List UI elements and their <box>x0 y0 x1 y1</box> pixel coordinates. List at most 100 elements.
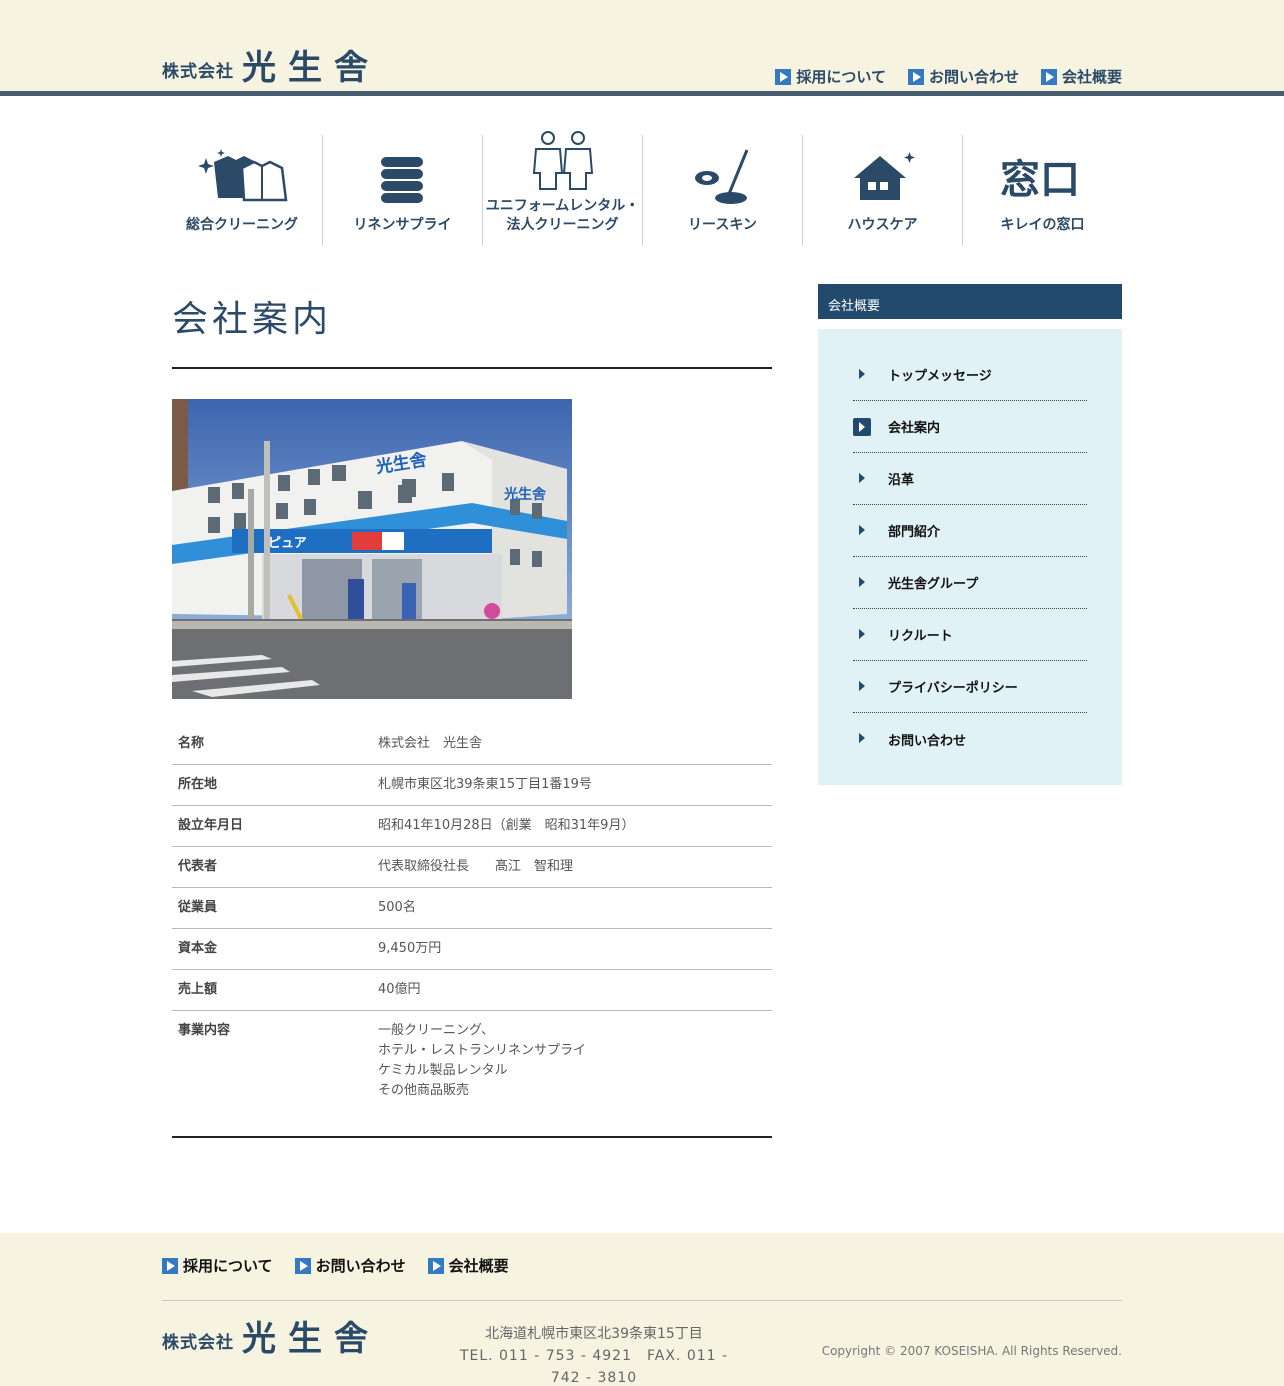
gnav-leaseskin[interactable]: リースキン <box>642 135 802 245</box>
table-row-label: 事業内容 <box>178 1023 231 1038</box>
arrow-icon <box>853 625 873 645</box>
gnav-label: リネンサプライ <box>353 217 452 233</box>
global-nav: 総合クリーニング リネンサプライ ユニフォームレンタル・ 法人クリーニング リー… <box>162 131 1122 245</box>
uniform-icon <box>513 129 613 191</box>
gnav-label: 総合クリーニング <box>186 217 298 233</box>
page-title: 会社案内 <box>172 299 333 340</box>
svg-text:窓口: 窓口 <box>1000 157 1080 203</box>
arrow-icon <box>853 365 873 385</box>
window-kanji-icon: 窓口 <box>993 146 1093 210</box>
site-header: 株式会社 光生舎 採用について お問い合わせ 会社概要 <box>0 0 1284 96</box>
arrow-icon <box>294 1257 311 1274</box>
table-row: 代表者 代表取締役社長 髙江 智和理 <box>172 847 772 888</box>
table-row-label: 名称 <box>178 736 205 751</box>
logo-small-text: 株式会社 <box>162 1333 234 1353</box>
footer-logo[interactable]: 株式会社 光生舎 <box>162 1321 380 1357</box>
side-nav-label: 会社案内 <box>888 421 941 436</box>
gnav-window[interactable]: 窓口 キレイの窓口 <box>962 135 1122 245</box>
copyright-text: Copyright © 2007 KOSEISHA. All Rights Re… <box>821 1344 1122 1358</box>
footer-link-recruit[interactable]: 採用について <box>162 1255 273 1276</box>
title-divider <box>172 367 772 369</box>
table-row: 事業内容 一般クリーニング、 ホテル・レストランリネンサプライ ケミカル製品レンタ… <box>172 1011 772 1112</box>
table-row-value: 40億円 <box>378 982 421 997</box>
footer-link-company[interactable]: 会社概要 <box>427 1255 509 1276</box>
gnav-uniform[interactable]: ユニフォームレンタル・ 法人クリーニング <box>482 131 642 245</box>
arrow-icon <box>853 573 873 593</box>
table-row-label: 設立年月日 <box>178 818 244 833</box>
footer-divider <box>162 1300 1122 1301</box>
site-footer: 採用について お問い合わせ 会社概要 株式会社 光生舎 北海道札幌市東区北39条… <box>0 1233 1284 1386</box>
gnav-linen[interactable]: リネンサプライ <box>322 135 482 245</box>
gnav-label: リースキン <box>688 217 757 233</box>
clothes-icon <box>192 146 292 210</box>
gnav-housecare[interactable]: ハウスケア <box>802 135 962 245</box>
table-row-value: 昭和41年10月28日（創業 昭和31年9月） <box>378 818 635 833</box>
footer-link-contact[interactable]: お問い合わせ <box>294 1255 406 1276</box>
company-info-table: 名称 株式会社 光生舎所在地 札幌市東区北39条東15丁目1番19号設立年月日 昭和4… <box>172 724 772 1111</box>
header-links: 採用について お問い合わせ 会社概要 <box>775 66 1122 87</box>
arrow-icon <box>853 677 873 697</box>
address-text: 北海道札幌市東区北39条東15丁目 <box>485 1326 703 1342</box>
side-nav-item[interactable]: 部門紹介 <box>853 505 1087 557</box>
header-link-recruit[interactable]: 採用について <box>775 66 886 87</box>
table-row-label: 従業員 <box>178 900 218 915</box>
table-row-label: 資本金 <box>178 941 218 956</box>
side-nav-label: リクルート <box>888 629 953 644</box>
table-bottom-divider <box>172 1136 772 1138</box>
side-nav-label: トップメッセージ <box>888 369 992 384</box>
company-logo[interactable]: 株式会社 光生舎 <box>162 50 380 86</box>
phone-fax-text: TEL. 011 - 753 - 4921 FAX. 011 - 742 - 3… <box>459 1348 729 1386</box>
side-nav-heading: 会社概要 <box>818 284 1122 319</box>
side-nav-label: 部門紹介 <box>888 525 941 540</box>
photo-sign-store: ピュア <box>268 536 307 551</box>
header-link-company[interactable]: 会社概要 <box>1040 66 1122 87</box>
gnav-label: キレイの窓口 <box>1000 217 1085 233</box>
gnav-label: ユニフォームレンタル・ 法人クリーニング <box>485 198 640 233</box>
footer-address: 北海道札幌市東区北39条東15丁目 TEL. 011 - 753 - 4921 … <box>444 1323 744 1386</box>
arrow-icon <box>427 1257 444 1274</box>
table-row-label: 売上額 <box>178 982 218 997</box>
table-row: 資本金 9,450万円 <box>172 929 772 970</box>
logo-main-text: 光生舎 <box>242 1319 380 1359</box>
side-nav-item[interactable]: 会社案内 <box>853 401 1087 453</box>
table-row: 所在地 札幌市東区北39条東15丁目1番19号 <box>172 765 772 806</box>
arrow-icon <box>853 521 873 541</box>
side-nav-item[interactable]: トップメッセージ <box>853 349 1087 401</box>
table-row: 従業員 500名 <box>172 888 772 929</box>
side-nav-label: プライバシーポリシー <box>888 681 1018 696</box>
table-row-value: 代表取締役社長 髙江 智和理 <box>378 859 574 874</box>
side-nav-item[interactable]: 沿革 <box>853 453 1087 505</box>
arrow-icon <box>775 68 792 85</box>
table-row-label: 代表者 <box>178 859 218 874</box>
gnav-label: ハウスケア <box>847 217 918 233</box>
active-arrow-icon <box>853 417 871 436</box>
table-row-value: 一般クリーニング、 ホテル・レストランリネンサプライ ケミカル製品レンタル その… <box>378 1023 587 1098</box>
table-row-value: 9,450万円 <box>378 941 442 956</box>
mop-icon <box>673 146 773 210</box>
side-nav-item[interactable]: お問い合わせ <box>853 713 1087 765</box>
arrow-icon <box>853 729 873 749</box>
table-row: 設立年月日 昭和41年10月28日（創業 昭和31年9月） <box>172 806 772 847</box>
arrow-icon <box>853 469 873 489</box>
side-nav: トップメッセージ 会社案内沿革部門紹介光生舎グループ リクルートプライバシーポリシー… <box>818 329 1122 785</box>
arrow-icon <box>162 1257 178 1274</box>
table-row-label: 所在地 <box>178 777 218 792</box>
company-building-photo: 光生舎 光生舎 ピュア <box>172 399 572 699</box>
table-row-value: 株式会社 光生舎 <box>378 736 483 751</box>
side-nav-item[interactable]: 光生舎グループ <box>853 557 1087 609</box>
side-nav-item[interactable]: プライバシーポリシー <box>853 661 1087 713</box>
linen-stack-icon <box>353 146 453 210</box>
side-nav-label: お問い合わせ <box>888 733 967 749</box>
house-icon <box>833 146 933 210</box>
photo-sign-side: 光生舎 <box>503 486 547 503</box>
header-link-contact[interactable]: お問い合わせ <box>907 66 1019 87</box>
table-row-value: 500名 <box>378 900 416 915</box>
logo-small-text: 株式会社 <box>162 62 234 82</box>
arrow-icon <box>1040 68 1057 85</box>
footer-links: 採用について お問い合わせ 会社概要 <box>162 1255 509 1276</box>
table-row-value: 札幌市東区北39条東15丁目1番19号 <box>378 777 592 792</box>
side-nav-label: 光生舎グループ <box>888 577 979 592</box>
side-nav-item[interactable]: リクルート <box>853 609 1087 661</box>
side-nav-label: 沿革 <box>888 473 915 488</box>
gnav-cleaning[interactable]: 総合クリーニング <box>162 135 322 245</box>
